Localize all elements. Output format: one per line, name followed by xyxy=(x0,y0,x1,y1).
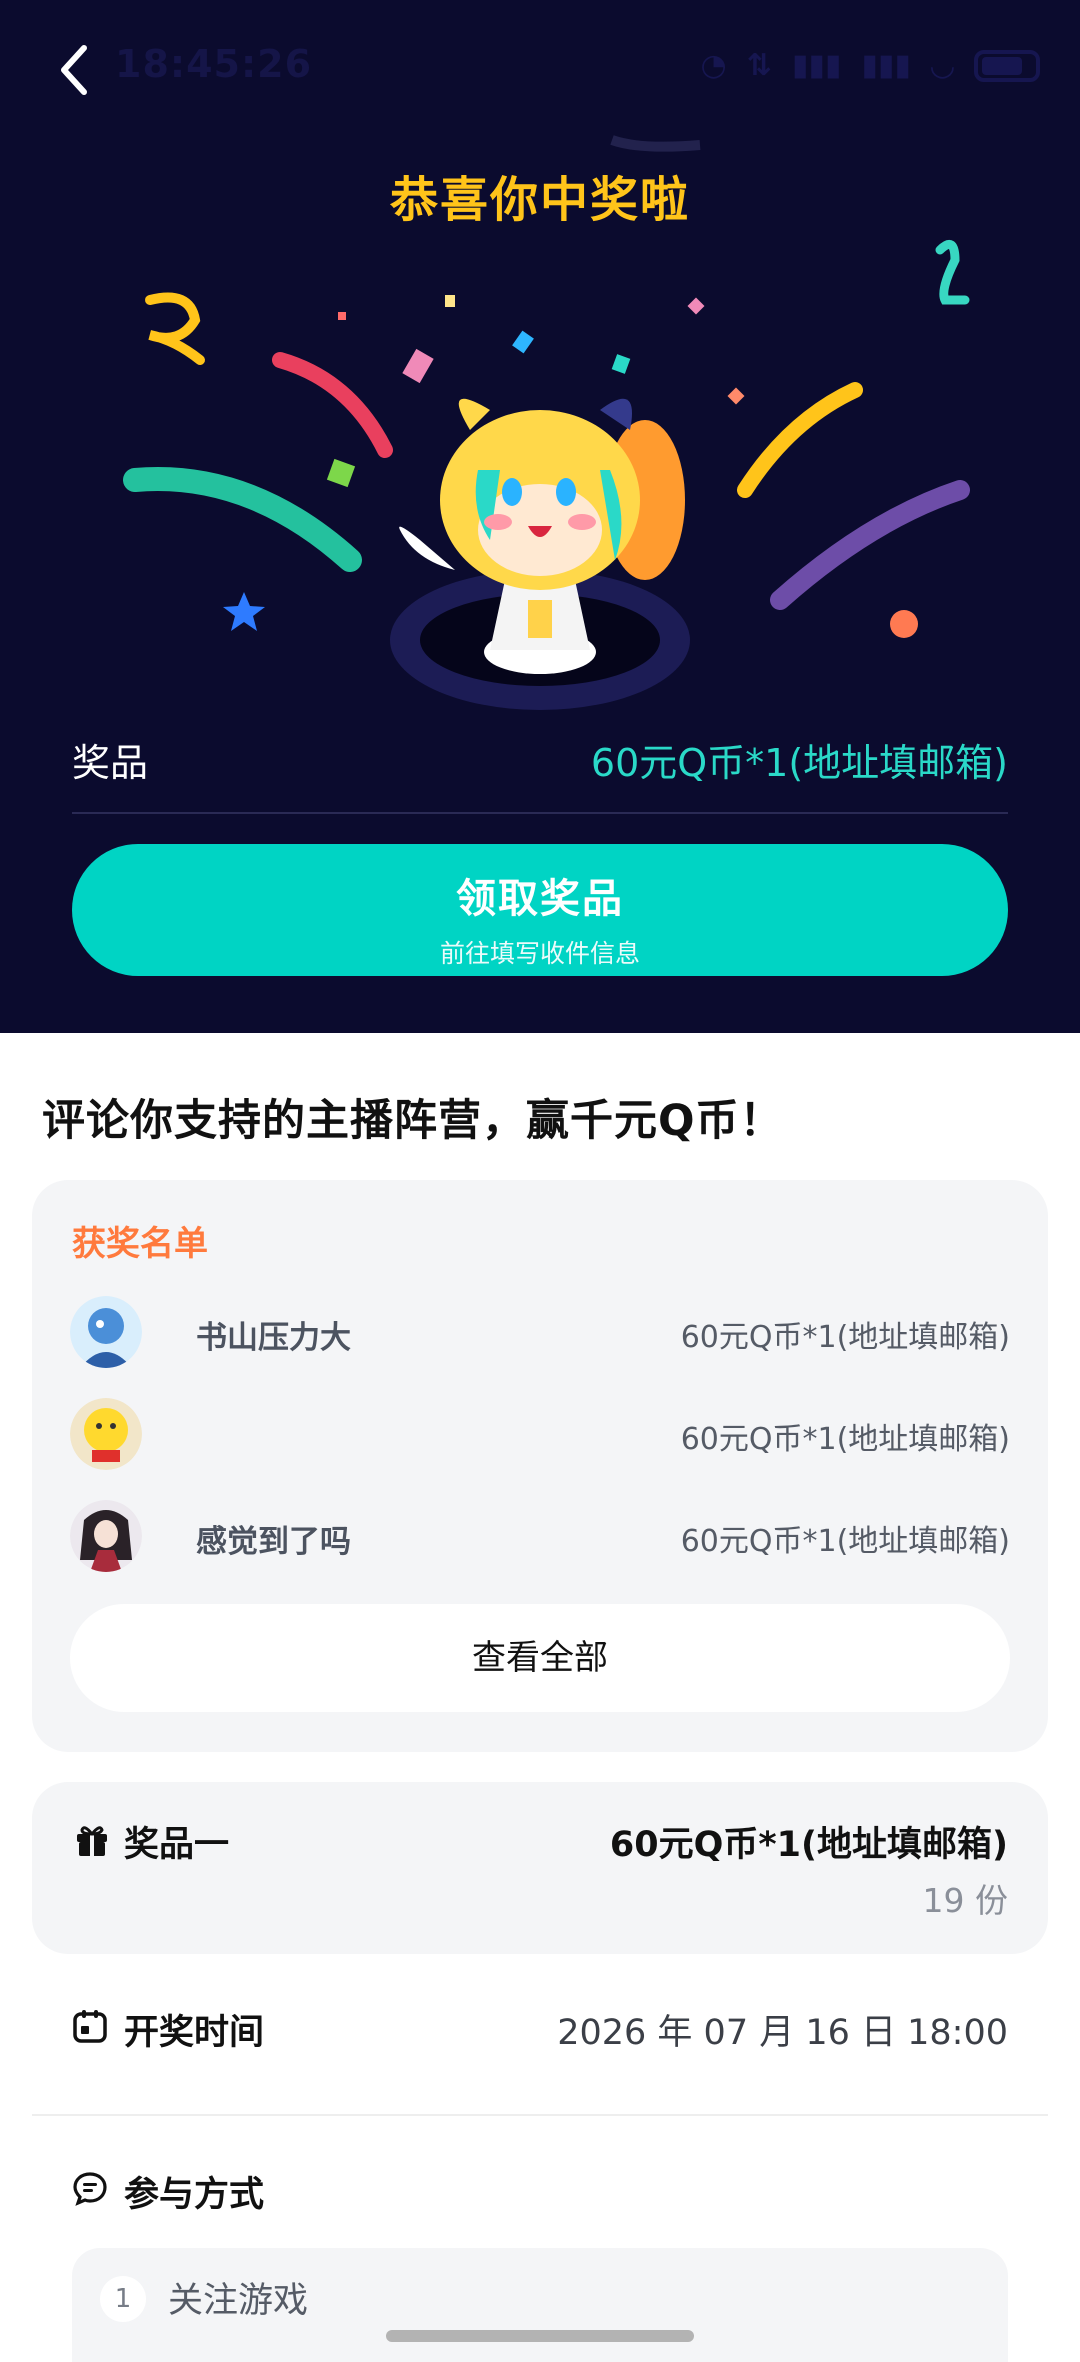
avatar xyxy=(70,1296,142,1368)
calendar-icon xyxy=(73,2010,107,2043)
winners-card: 获奖名单 书山压力大 60元Q币*1(地址填邮箱) 60元Q币*1(地址填邮箱)… xyxy=(32,1180,1048,1752)
status-bar: 18:45:26 ◔ ⇅ ▮▮▮ ▮▮▮ ◡ xyxy=(0,0,1080,136)
claim-button-sublabel: 前往填写收件信息 xyxy=(439,939,640,968)
winner-name: 感觉到了吗 xyxy=(196,1524,351,1560)
status-icons: ◔ ⇅ ▮▮▮ ▮▮▮ ◡ xyxy=(701,48,1040,83)
prize-info-count: 19 份 xyxy=(922,1881,1008,1920)
battery-icon xyxy=(974,49,1040,82)
step-number: 1 xyxy=(100,2276,146,2322)
draw-time-value: 2026 年 07 月 16 日 18:00 xyxy=(557,2013,1008,2053)
winners-title: 获奖名单 xyxy=(72,1224,208,1264)
wifi-icon: ◡ xyxy=(930,48,954,83)
draw-time-row: 开奖时间 2026 年 07 月 16 日 18:00 xyxy=(72,2004,1008,2064)
prize-info-label: 奖品一 xyxy=(124,1825,230,1865)
prize-hero: 18:45:26 ◔ ⇅ ▮▮▮ ▮▮▮ ◡ 恭喜你中奖啦 奖品 60元Q币*1… xyxy=(0,0,1080,1033)
winner-row[interactable]: 感觉到了吗 60元Q币*1(地址填邮箱) xyxy=(70,1500,1010,1574)
participation-step[interactable]: 1 关注游戏 xyxy=(72,2248,1008,2362)
prize-summary: 奖品 60元Q币*1(地址填邮箱) xyxy=(72,724,1008,814)
signal-icon: ▮▮▮ xyxy=(791,48,842,83)
gift-icon xyxy=(77,1826,107,1856)
avatar xyxy=(70,1500,142,1572)
participation-label: 参与方式 xyxy=(124,2175,265,2215)
data-icon: ⇅ xyxy=(746,48,772,83)
back-button[interactable] xyxy=(54,40,98,100)
winner-name: 书山压力大 xyxy=(196,1320,351,1356)
prize-value: 60元Q币*1(地址填邮箱) xyxy=(590,741,1008,785)
winner-prize: 60元Q币*1(地址填邮箱) xyxy=(680,1320,1010,1355)
chevron-left-icon xyxy=(61,45,87,95)
view-all-button[interactable]: 查看全部 xyxy=(70,1604,1010,1712)
draw-time-label: 开奖时间 xyxy=(124,2013,265,2053)
claim-button-label: 领取奖品 xyxy=(456,876,624,922)
prize-label: 奖品 xyxy=(72,741,149,785)
divider xyxy=(32,2114,1048,2116)
prize-info-card: 奖品一 60元Q币*1(地址填邮箱) 19 份 xyxy=(32,1782,1048,1954)
avatar xyxy=(70,1398,142,1470)
step-text: 关注游戏 xyxy=(168,2281,309,2321)
claim-prize-button[interactable]: 领取奖品 前往填写收件信息 xyxy=(72,844,1008,976)
home-indicator[interactable] xyxy=(386,2330,694,2342)
signal-icon: ▮▮▮ xyxy=(861,48,911,83)
winner-prize: 60元Q币*1(地址填邮箱) xyxy=(680,1524,1010,1559)
mute-icon: ◔ xyxy=(700,48,727,83)
winner-row[interactable]: 书山压力大 60元Q币*1(地址填邮箱) xyxy=(70,1296,1010,1370)
prize-info-value: 60元Q币*1(地址填邮箱) xyxy=(609,1825,1008,1865)
event-headline: 评论你支持的主播阵营，赢千元Q币！ xyxy=(42,1096,784,1146)
winner-row[interactable]: 60元Q币*1(地址填邮箱) xyxy=(70,1398,1010,1472)
winner-prize: 60元Q币*1(地址填邮箱) xyxy=(680,1422,1010,1457)
chat-icon xyxy=(73,2172,107,2206)
status-time: 18:45:26 xyxy=(115,42,313,86)
congrats-title: 恭喜你中奖啦 xyxy=(389,172,690,228)
